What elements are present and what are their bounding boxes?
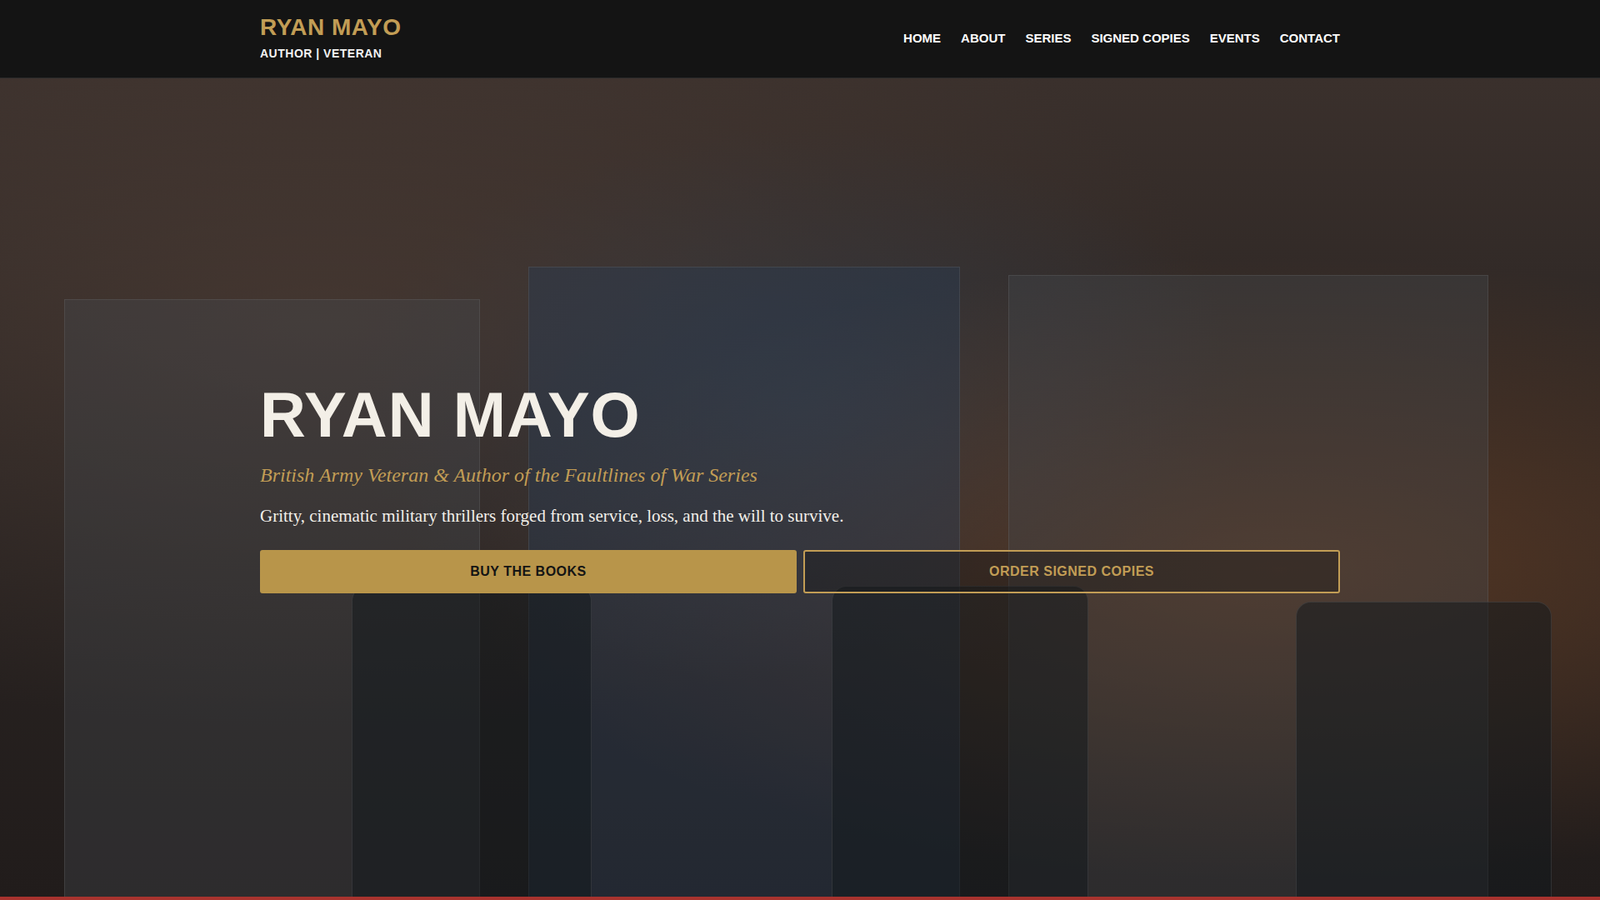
site-header: RYAN MAYO AUTHOR | VETERAN HOME ABOUT SERI… (0, 0, 1600, 79)
button-cell: ORDER SIGNED COPIES (800, 550, 1344, 594)
nav-link[interactable]: SIGNED COPIES (1090, 24, 1190, 54)
nav-link[interactable]: EVENTS (1210, 24, 1260, 54)
nav-link[interactable]: SERIES (1025, 24, 1071, 54)
brand-logo[interactable]: RYAN MAYO AUTHOR | VETERAN (260, 15, 401, 64)
signed-copies-button[interactable]: ORDER SIGNED COPIES (803, 550, 1340, 594)
hero-subtitle: British Army Veteran & Author of the Fau… (260, 460, 1340, 490)
nav-link[interactable]: HOME (903, 24, 941, 54)
brand-name: RYAN MAYO (260, 15, 401, 41)
nav-link[interactable]: ABOUT (960, 24, 1005, 54)
button-cell: BUY THE BOOKS (256, 550, 800, 594)
nav-link[interactable]: CONTACT (1280, 24, 1340, 54)
hero-photo (0, 78, 1600, 897)
hero-section: RYAN MAYO British Army Veteran & Author … (0, 78, 1600, 900)
hero-text: Gritty, cinematic military thrillers for… (260, 503, 1340, 530)
hero-title: RYAN MAYO (260, 381, 1340, 449)
buy-books-button[interactable]: BUY THE BOOKS (260, 550, 797, 594)
hero-buttons: BUY THE BOOKSORDER SIGNED COPIES (256, 543, 1344, 594)
brand-tagline: AUTHOR | VETERAN (260, 45, 401, 63)
main-nav: HOME ABOUT SERIES SIGNED COPIES EVENTS CONTAC… (903, 24, 1340, 54)
